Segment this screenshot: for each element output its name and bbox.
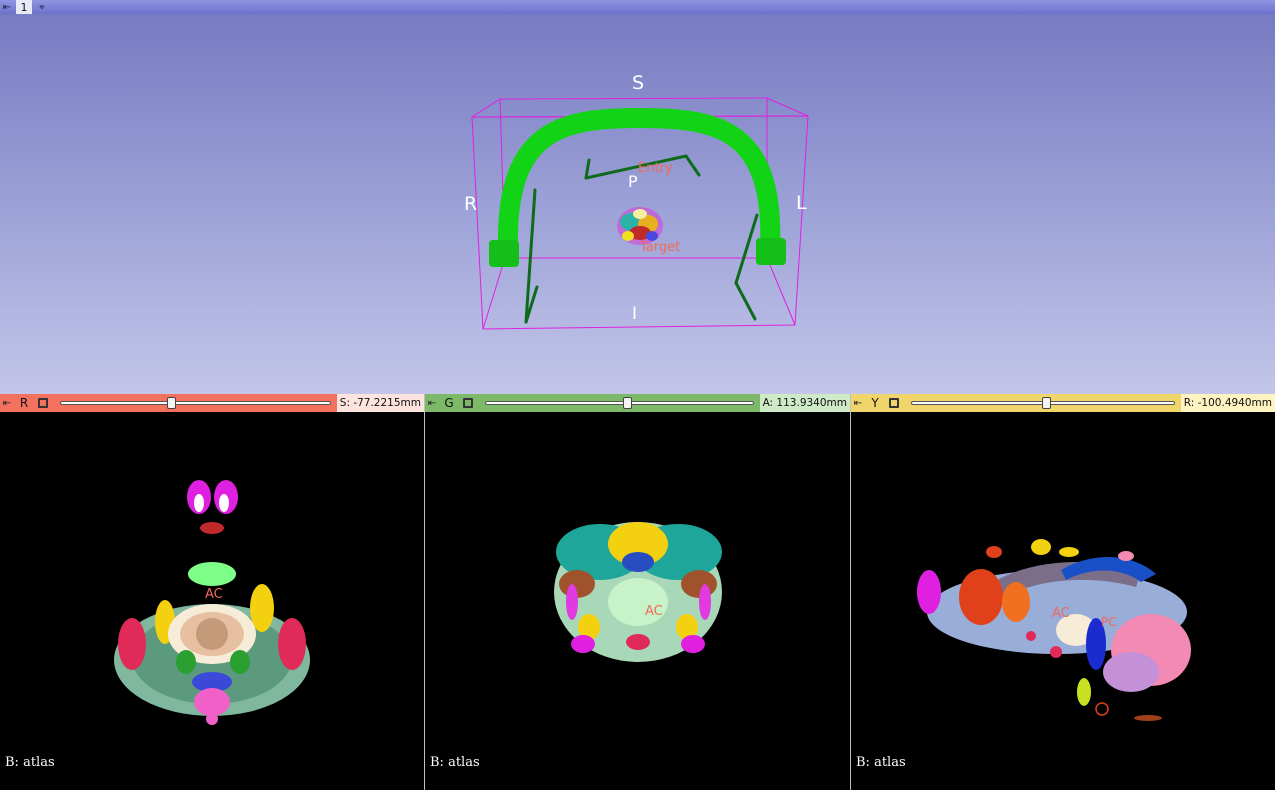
yellow-layer-label: B: atlas	[856, 755, 906, 770]
3d-scene[interactable]: Entry Target	[0, 0, 1275, 394]
green-slider-thumb[interactable]	[623, 397, 633, 409]
target-markup-point[interactable]	[1095, 702, 1109, 716]
red-view-label: R	[19, 396, 29, 410]
green-slice-slider[interactable]	[485, 394, 754, 412]
target-markup-label[interactable]: Target	[639, 240, 680, 255]
yellow-view-label: Y	[871, 396, 879, 410]
pin-icon[interactable]: ⇤	[425, 394, 439, 412]
link-icon[interactable]	[34, 394, 52, 412]
green-ac-markup-label[interactable]: AC	[645, 604, 663, 619]
yellow-slice-offset: R: -100.4940mm	[1180, 394, 1275, 412]
red-layer-label: B: atlas	[5, 755, 55, 770]
red-slice-controller-bar: ⇤ R S: -77.2215mm	[0, 394, 424, 412]
atlas-sagittal	[917, 539, 1191, 721]
orientation-inferior: I	[632, 304, 638, 324]
red-slice-image[interactable]: AC	[0, 412, 424, 790]
yellow-slice-slider[interactable]	[911, 394, 1175, 412]
arc-right-base[interactable]	[756, 238, 786, 265]
fiducial-point[interactable]	[538, 132, 544, 138]
yellow-pc-markup-label[interactable]: PC	[1101, 615, 1117, 629]
atlas-axial	[114, 480, 310, 725]
red-slice-offset: S: -77.2215mm	[336, 394, 424, 412]
green-view-label: G	[444, 396, 454, 410]
3d-view[interactable]: Entry Target S R L P I ⇤ 1 ⌖	[0, 0, 1275, 394]
yellow-slice-controller-bar: ⇤ Y R: -100.4940mm	[851, 394, 1275, 412]
green-layer-label: B: atlas	[430, 755, 480, 770]
orientation-superior: S	[632, 72, 645, 94]
orientation-left: L	[796, 192, 807, 214]
yellow-slice-view[interactable]: ⇤ Y R: -100.4940mm AC PC B: atlas	[851, 394, 1275, 790]
3d-view-controller-bar: ⇤ 1 ⌖	[0, 0, 1275, 14]
pin-icon[interactable]: ⇤	[0, 394, 14, 412]
3d-view-index: 1	[16, 0, 32, 14]
green-slice-view[interactable]: ⇤ G A: 113.9340mm AC B: atlas	[425, 394, 850, 790]
orientation-posterior: P	[628, 172, 638, 191]
yellow-ac-markup-label[interactable]: AC	[1052, 606, 1070, 621]
green-slice-controller-bar: ⇤ G A: 113.9340mm	[425, 394, 850, 412]
red-slice-view[interactable]: ⇤ R S: -77.2215mm AC B: atlas	[0, 394, 424, 790]
green-slice-offset: A: 113.9340mm	[759, 394, 850, 412]
entry-markup-label[interactable]: Entry	[638, 161, 673, 176]
yellow-slider-thumb[interactable]	[1041, 397, 1051, 409]
slicer-layout: Entry Target S R L P I ⇤ 1 ⌖ ⇤ R S: -77.…	[0, 0, 1275, 790]
red-slider-thumb[interactable]	[167, 397, 177, 409]
red-ac-markup-label[interactable]: AC	[205, 587, 223, 602]
red-slice-slider[interactable]	[60, 394, 331, 412]
link-icon[interactable]	[885, 394, 903, 412]
pin-icon[interactable]: ⇤	[0, 0, 14, 14]
atlas-coronal	[554, 522, 722, 662]
crosshair-icon[interactable]: ⌖	[35, 0, 49, 14]
green-slice-image[interactable]: AC	[425, 412, 850, 790]
yellow-slice-image[interactable]: AC PC	[851, 412, 1275, 790]
pin-icon[interactable]: ⇤	[851, 394, 865, 412]
orientation-right: R	[464, 193, 478, 215]
link-icon[interactable]	[459, 394, 477, 412]
arc-left-base[interactable]	[489, 240, 519, 267]
